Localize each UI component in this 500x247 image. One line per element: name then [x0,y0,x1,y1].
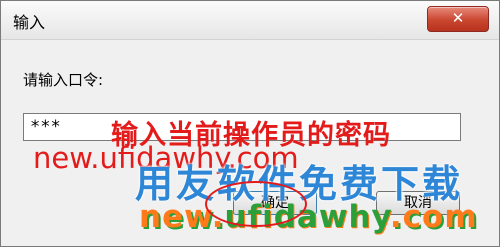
close-icon: ✕ [451,9,465,27]
title-bar[interactable]: 输入 ✕ [1,1,499,40]
close-button[interactable]: ✕ [427,6,489,32]
watermark-url-bottom: new.ufidawhy.com [139,199,478,235]
password-prompt-label: 请输入口令: [23,71,104,89]
window-title: 输入 [13,13,46,32]
watermark-url-bottom-suffix: .com [389,199,478,235]
password-dialog: 输入 ✕ 请输入口令: *** 确定 取消 输入当前操作员的密码 new.ufi… [0,0,500,247]
annotation-ellipse [205,181,307,227]
